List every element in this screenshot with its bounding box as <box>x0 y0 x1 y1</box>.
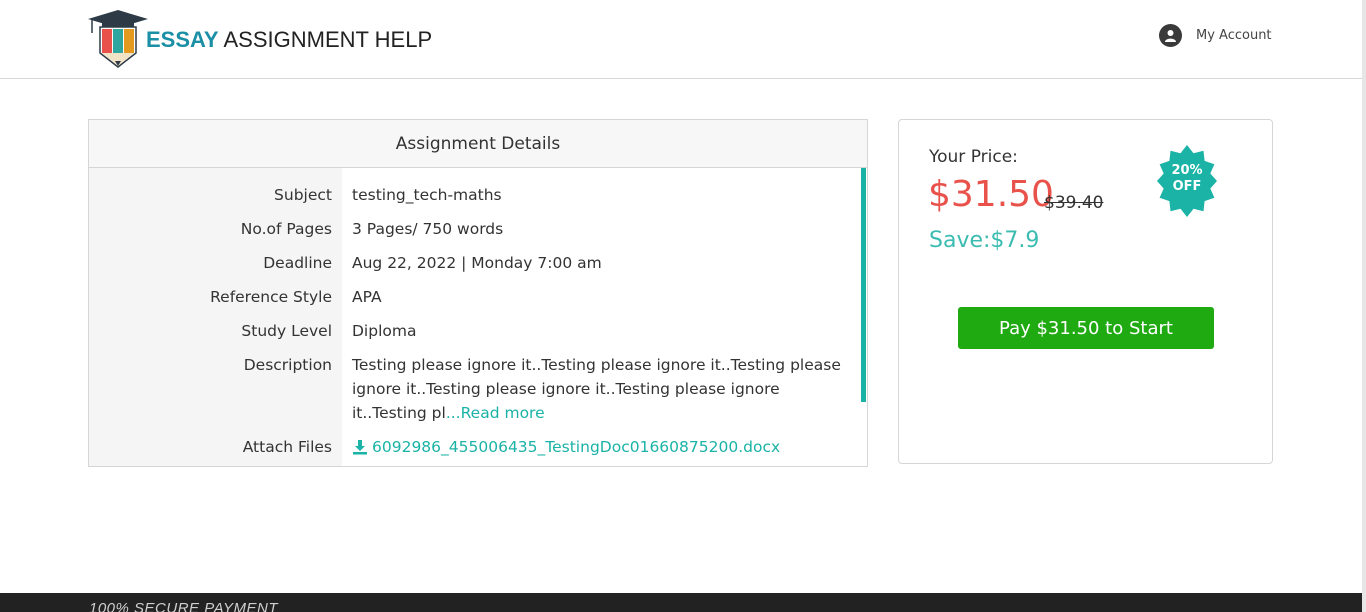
label-column <box>89 168 342 466</box>
secure-payment-text: 100% SECURE PAYMENT <box>89 600 278 612</box>
attached-file-name[interactable]: 6092986_455006435_TestingDoc01660875200.… <box>372 435 780 459</box>
reference-style-label: Reference Style <box>210 288 332 306</box>
study-level-value: Diploma <box>352 322 417 340</box>
logo-text: ESSAY ASSIGNMENT HELP <box>146 27 433 52</box>
attach-files-value: 6092986_455006435_TestingDoc01660875200.… <box>352 435 842 462</box>
discount-badge-text: 20% OFF <box>1171 163 1203 194</box>
study-level-label: Study Level <box>241 322 332 340</box>
reference-style-value: APA <box>352 288 382 306</box>
price-card: Your Price: $31.50 $39.40 Save:$7.9 20% … <box>898 119 1273 464</box>
site-footer: 100% SECURE PAYMENT <box>0 593 1362 612</box>
scroll-accent-bar[interactable] <box>861 168 866 402</box>
description-label: Description <box>243 356 332 374</box>
subject-label: Subject <box>274 186 332 204</box>
deadline-value: Aug 22, 2022 | Monday 7:00 am <box>352 254 602 272</box>
assignment-details-body: Subject testing_tech-maths No.of Pages 3… <box>89 168 867 466</box>
your-price-label: Your Price: <box>929 147 1018 167</box>
assignment-details-card: Assignment Details Subject testing_tech-… <box>88 119 868 467</box>
assignment-details-title: Assignment Details <box>89 120 867 168</box>
description-text: Testing please ignore it..Testing please… <box>352 356 841 422</box>
user-icon <box>1159 24 1182 47</box>
graduation-cap-pencil-logo-icon <box>88 10 148 68</box>
current-price: $31.50 <box>928 174 1054 215</box>
discount-badge: 20% OFF <box>1151 145 1223 217</box>
pages-value: 3 Pages/ 750 words <box>352 220 504 238</box>
page-scrollbar[interactable] <box>1362 0 1366 612</box>
original-price: $39.40 <box>1044 193 1104 213</box>
download-icon <box>353 440 367 455</box>
site-header: ESSAY ASSIGNMENT HELP My Account <box>0 0 1362 79</box>
description-value: Testing please ignore it..Testing please… <box>352 353 842 425</box>
pages-label: No.of Pages <box>240 220 332 238</box>
subject-value: testing_tech-maths <box>352 186 502 204</box>
my-account-label[interactable]: My Account <box>1196 28 1272 43</box>
attach-files-label: Attach Files <box>242 438 332 456</box>
read-more-link[interactable]: ...Read more <box>446 404 545 422</box>
my-account-link[interactable]: My Account <box>1159 24 1272 47</box>
attached-file-link[interactable]: 6092986_455006435_TestingDoc01660875200.… <box>352 435 780 459</box>
pay-to-start-button[interactable]: Pay $31.50 to Start <box>958 307 1214 349</box>
savings-amount: Save:$7.9 <box>929 228 1040 253</box>
deadline-label: Deadline <box>263 254 332 272</box>
site-logo[interactable]: ESSAY ASSIGNMENT HELP <box>88 9 432 69</box>
